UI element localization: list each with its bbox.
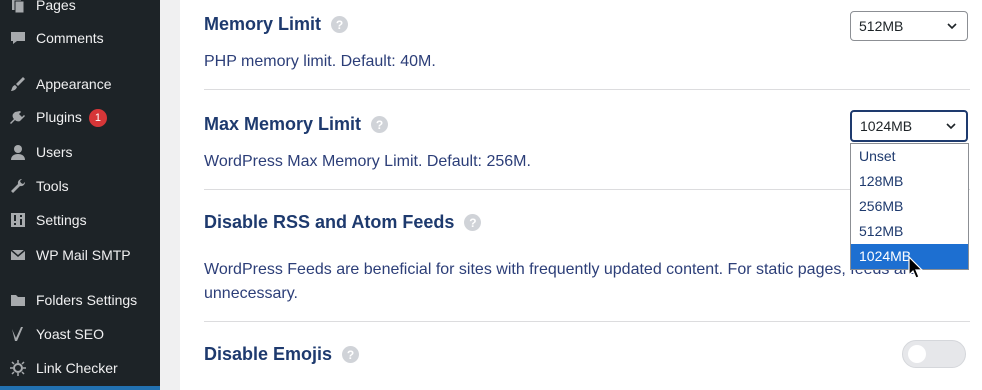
divider	[204, 89, 970, 90]
appearance-icon	[8, 74, 28, 94]
mail-icon	[8, 245, 28, 265]
chevron-down-icon	[946, 123, 956, 130]
chevron-down-icon	[947, 23, 957, 30]
max-memory-limit-title: Max Memory Limit ?	[204, 114, 389, 135]
plugins-update-badge: 1	[88, 109, 107, 128]
sidebar-item-label: Pages	[36, 0, 76, 13]
max-memory-limit-value: 1024MB	[860, 118, 913, 134]
sidebar-item-link-checker[interactable]: Link Checker	[0, 351, 160, 385]
sidebar-item-pages[interactable]: Pages	[0, 0, 160, 22]
sidebar-item-label: Comments	[36, 30, 104, 46]
disable-feeds-title: Disable RSS and Atom Feeds ?	[204, 212, 482, 233]
sidebar-item-label: Appearance	[36, 76, 112, 92]
option-512mb[interactable]: 512MB	[851, 219, 968, 244]
max-memory-limit-options: Unset 128MB 256MB 512MB 1024MB	[850, 143, 969, 270]
content-gutter	[160, 0, 180, 390]
memory-limit-description: PHP memory limit. Default: 40M.	[204, 53, 436, 70]
sidebar-item-label: Folders Settings	[36, 292, 138, 308]
disable-emojis-label: Disable Emojis	[204, 344, 333, 364]
sidebar-item-label: Tools	[36, 178, 69, 194]
disable-feeds-label: Disable RSS and Atom Feeds	[204, 212, 455, 232]
max-memory-limit-label: Max Memory Limit	[204, 114, 362, 134]
disable-emojis-toggle[interactable]	[902, 340, 966, 368]
tools-icon	[8, 176, 28, 196]
pages-icon	[8, 0, 28, 15]
sidebar-item-plugins[interactable]: Plugins 1	[0, 101, 160, 135]
sidebar-item-label: Link Checker	[36, 360, 118, 376]
divider	[204, 321, 970, 322]
plugins-icon	[8, 108, 28, 128]
sidebar-item-wp-mail-smtp[interactable]: WP Mail SMTP	[0, 238, 160, 272]
sidebar-item-appearance[interactable]: Appearance	[0, 67, 160, 101]
sidebar-active-indicator	[0, 386, 160, 390]
option-128mb[interactable]: 128MB	[851, 169, 968, 194]
sidebar-item-tools[interactable]: Tools	[0, 169, 160, 203]
memory-limit-title: Memory Limit ?	[204, 14, 349, 35]
option-256mb[interactable]: 256MB	[851, 194, 968, 219]
admin-sidebar: Pages Comments Appearance Plugins 1 Users…	[0, 0, 160, 390]
yoast-icon	[8, 324, 28, 344]
memory-limit-select[interactable]: 512MB	[850, 11, 968, 41]
mouse-pointer-icon	[908, 256, 924, 279]
sidebar-item-users[interactable]: Users	[0, 135, 160, 169]
sidebar-item-folders-settings[interactable]: Folders Settings	[0, 283, 160, 317]
sidebar-item-comments[interactable]: Comments	[0, 21, 160, 55]
settings-icon	[8, 210, 28, 230]
help-icon[interactable]: ?	[342, 346, 360, 363]
toggle-knob	[908, 345, 926, 363]
help-icon[interactable]: ?	[371, 116, 389, 133]
max-memory-limit-description: WordPress Max Memory Limit. Default: 256…	[204, 153, 531, 170]
disable-emojis-title: Disable Emojis ?	[204, 344, 360, 365]
comments-icon	[8, 28, 28, 48]
sidebar-item-label: Plugins 1	[36, 109, 107, 128]
max-memory-limit-select[interactable]: 1024MB	[850, 110, 968, 142]
sidebar-item-label: Users	[36, 144, 73, 160]
sidebar-item-label: Yoast SEO	[36, 326, 104, 342]
help-icon[interactable]: ?	[464, 214, 482, 231]
sidebar-item-label: WP Mail SMTP	[36, 247, 131, 263]
help-icon[interactable]: ?	[331, 16, 349, 33]
users-icon	[8, 142, 28, 162]
sidebar-item-settings[interactable]: Settings	[0, 203, 160, 237]
memory-limit-value: 512MB	[859, 18, 904, 34]
sidebar-item-label: Settings	[36, 212, 87, 228]
option-unset[interactable]: Unset	[851, 144, 968, 169]
sidebar-item-yoast-seo[interactable]: Yoast SEO	[0, 317, 160, 351]
memory-limit-label: Memory Limit	[204, 14, 322, 34]
link-checker-icon	[8, 358, 28, 378]
settings-panel: Memory Limit ? 512MB PHP memory limit. D…	[180, 0, 982, 390]
folder-icon	[8, 290, 28, 310]
